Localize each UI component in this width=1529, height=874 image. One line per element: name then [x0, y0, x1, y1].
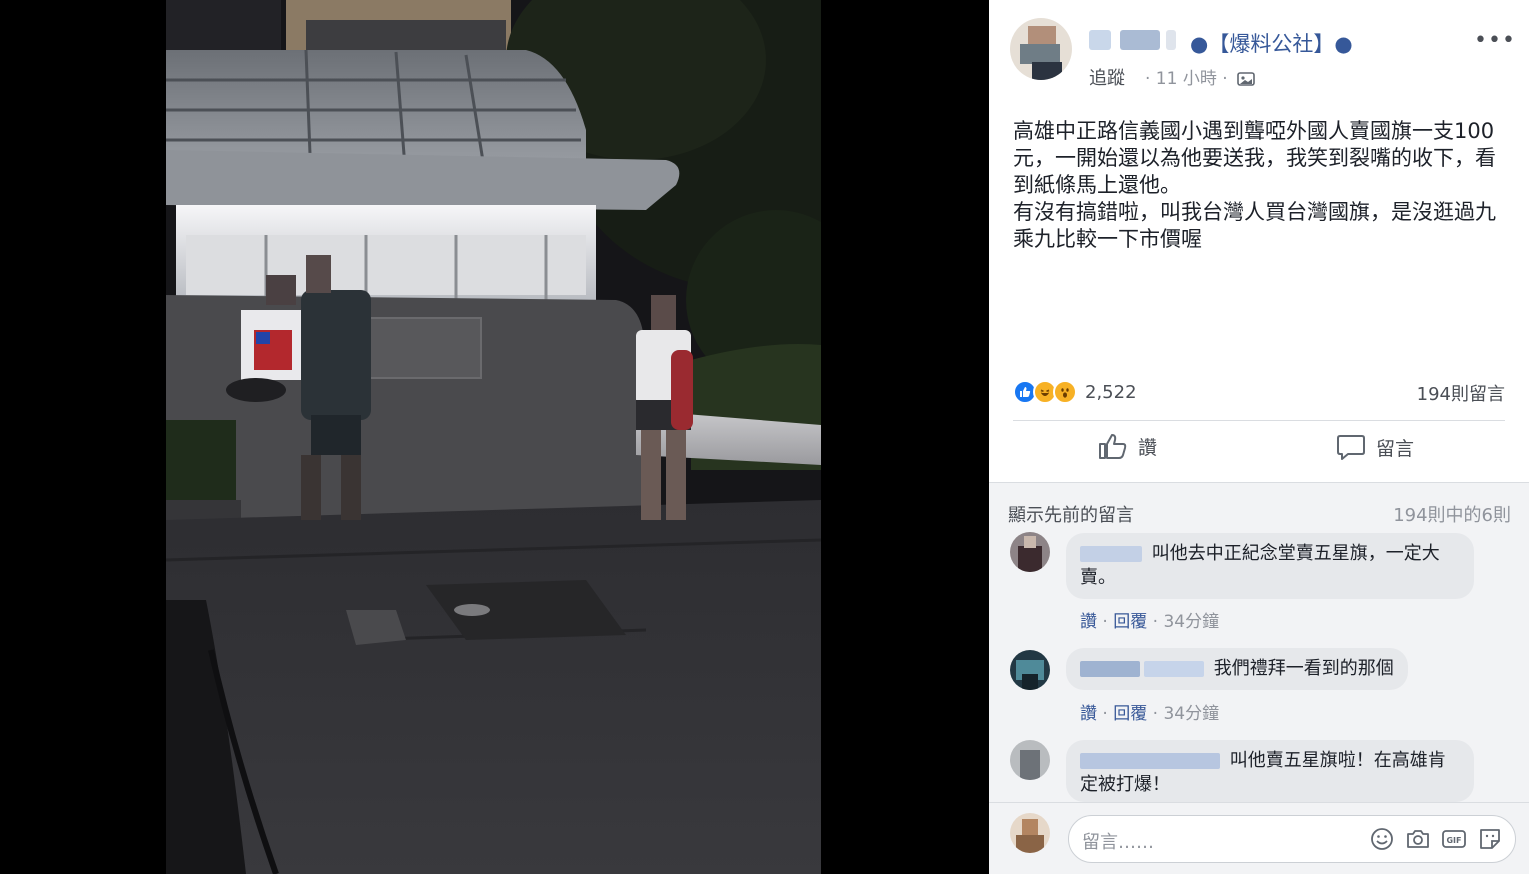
comment-text: 我們禮拜一看到的那個	[1213, 658, 1394, 679]
comment-avatar[interactable]	[1010, 532, 1050, 572]
post-photo[interactable]	[166, 0, 821, 874]
author-name-blurred-3	[1166, 30, 1176, 50]
commenter-name-blurred[interactable]	[1080, 546, 1142, 562]
comment-bubble: 叫他去中正紀念堂賣五星旗，一定大賣。	[1066, 533, 1474, 599]
comment-actions: 讚 · 回覆 · 34分鐘	[1080, 704, 1220, 724]
follow-link[interactable]: 追蹤	[1089, 64, 1125, 90]
author-avatar-image	[1010, 18, 1072, 80]
page-name-link[interactable]: ●【爆料公社】●	[1190, 28, 1353, 58]
like-button[interactable]: 讚	[1098, 432, 1157, 460]
post-text: 高雄中正路信義國小遇到聾啞外國人賣國旗一支100元，一開始還以為他要送我，我笑到…	[1013, 119, 1496, 251]
viewer-avatar-image	[1010, 813, 1050, 853]
commenter-name-blurred-2[interactable]	[1144, 661, 1204, 677]
more-icon[interactable]: •••	[1474, 28, 1516, 53]
author-avatar[interactable]	[1010, 18, 1072, 80]
comment-bubble: 我們禮拜一看到的那個	[1066, 648, 1408, 690]
svg-text:GIF: GIF	[1446, 836, 1461, 845]
comment-label: 留言	[1376, 437, 1415, 460]
post-meta: · 11 小時 ·	[1145, 64, 1255, 89]
divider	[1013, 420, 1505, 421]
comment-avatar[interactable]	[1010, 650, 1050, 690]
commenter-name-blurred[interactable]	[1080, 661, 1140, 677]
comment-placeholder[interactable]: 留言……	[1082, 828, 1154, 854]
comment-button[interactable]: 留言	[1336, 432, 1414, 462]
gif-icon[interactable]: GIF	[1441, 826, 1467, 852]
sticker-icon[interactable]	[1477, 826, 1503, 852]
post-time[interactable]: · 11 小時 ·	[1145, 69, 1228, 89]
comment-reply-link[interactable]: 回覆	[1113, 704, 1147, 724]
comment-time[interactable]: 34分鐘	[1163, 612, 1219, 632]
reaction-summary[interactable]: 2,522	[1013, 378, 1137, 406]
comment-actions: 讚 · 回覆 · 34分鐘	[1080, 612, 1220, 632]
comment-avatar-image	[1010, 740, 1050, 780]
thumb-icon	[1020, 387, 1031, 397]
like-icon	[1099, 434, 1127, 459]
author-name-blurred-2[interactable]	[1120, 30, 1160, 50]
comment-like-link[interactable]: 讚	[1080, 704, 1097, 724]
haha-face-icon	[1040, 389, 1050, 396]
comment-range: 194則中的6則	[1393, 505, 1511, 526]
comment-count-link[interactable]: 194則留言	[1417, 380, 1505, 406]
author-name-blurred[interactable]	[1089, 30, 1111, 50]
comment-reply-link[interactable]: 回覆	[1113, 612, 1147, 632]
comment-avatar-image	[1010, 532, 1050, 572]
like-label: 讚	[1138, 436, 1158, 459]
comment-time[interactable]: 34分鐘	[1163, 704, 1219, 724]
wow-face-icon	[1061, 388, 1069, 398]
comment-like-link[interactable]: 讚	[1080, 612, 1097, 632]
comment-avatar[interactable]	[1010, 740, 1050, 780]
comment-avatar-image	[1010, 650, 1050, 690]
viewer: ●【爆料公社】● ••• 追蹤 · 11 小時 · 高雄中正路信義國小遇到聾啞外…	[0, 0, 1529, 874]
comment-bubble: 叫他賣五星旗啦！在高雄肯定被打爆！	[1066, 740, 1474, 802]
wow-reaction-icon	[1053, 380, 1077, 404]
emoji-icon[interactable]	[1369, 826, 1395, 852]
camera-icon[interactable]	[1405, 826, 1431, 852]
photo-icon	[1237, 72, 1255, 86]
commenter-name-blurred[interactable]	[1080, 753, 1220, 769]
comment-icon	[1337, 435, 1365, 460]
show-previous-comments[interactable]: 顯示先前的留言	[1008, 501, 1134, 527]
viewer-avatar[interactable]	[1010, 813, 1050, 853]
reaction-count[interactable]: 2,522	[1085, 382, 1137, 403]
photo-scene	[166, 0, 821, 874]
